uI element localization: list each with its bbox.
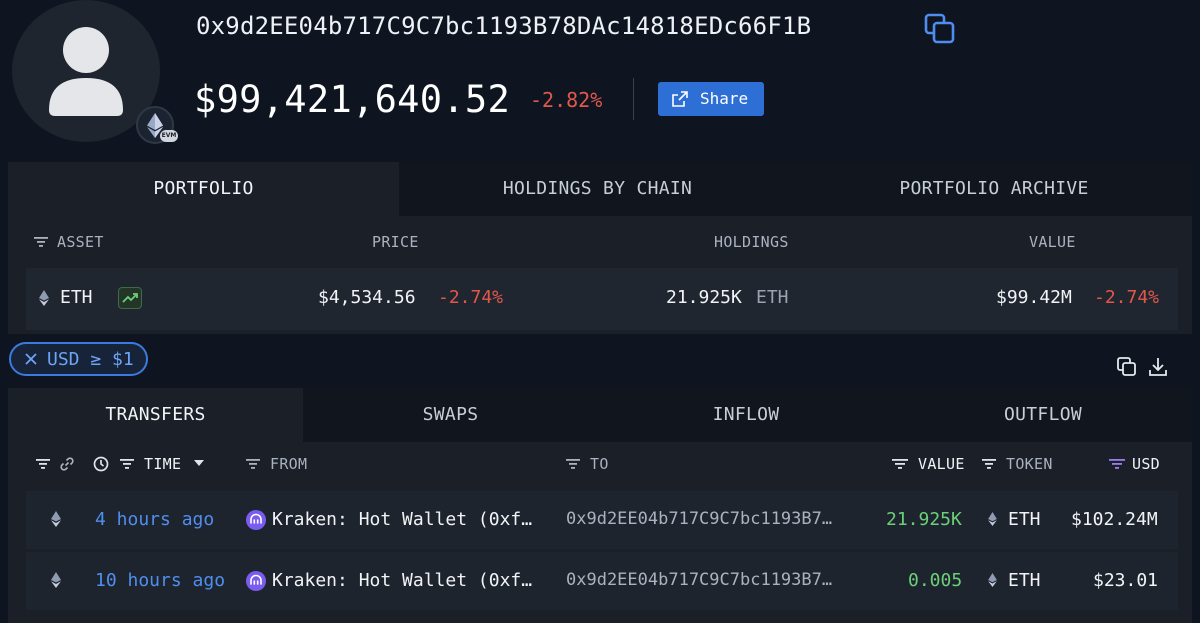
transfer-usd: $23.01 <box>1093 570 1159 591</box>
transfer-value: 21.925K <box>886 509 962 530</box>
transfer-token[interactable]: ETH <box>1008 570 1041 591</box>
header-divider <box>633 78 634 120</box>
asset-holdings-token: ETH <box>756 287 789 308</box>
external-link-icon <box>672 91 688 107</box>
trend-badge <box>118 287 142 309</box>
asset-symbol[interactable]: ETH <box>60 287 93 308</box>
value-filter-icon[interactable] <box>892 459 908 469</box>
profile-header: EVM 0x9d2EE04b717C9C7bc1193B78DAc14818ED… <box>0 0 1200 160</box>
share-label: Share <box>700 89 749 108</box>
transfer-time-link[interactable]: 4 hours ago <box>95 509 214 530</box>
tab-holdings-by-chain[interactable]: HOLDINGS BY CHAIN <box>399 162 796 216</box>
balance-change: -2.82% <box>530 88 603 112</box>
ethereum-icon <box>988 573 997 587</box>
to-filter-icon[interactable] <box>566 459 580 469</box>
transfer-row[interactable]: 10 hours ago Kraken: Hot Wallet (0xf… 0x… <box>26 552 1178 610</box>
from-filter-icon[interactable] <box>246 459 260 469</box>
column-from[interactable]: FROM <box>270 455 307 473</box>
column-holdings[interactable]: HOLDINGS <box>714 233 789 251</box>
link-icon[interactable] <box>59 456 75 472</box>
transfer-from[interactable]: Kraken: Hot Wallet (0xf… <box>272 570 532 591</box>
tab-swaps[interactable]: SWAPS <box>303 388 598 442</box>
column-price[interactable]: PRICE <box>372 233 419 251</box>
column-usd[interactable]: USD <box>1132 455 1160 473</box>
column-asset[interactable]: ASSET <box>57 233 104 251</box>
transfer-token[interactable]: ETH <box>1008 509 1041 530</box>
asset-price: $4,534.56 <box>318 287 416 308</box>
wallet-address: 0x9d2EE04b717C9C7bc1193B78DAc14818EDc66F… <box>196 12 812 40</box>
tab-portfolio[interactable]: PORTFOLIO <box>8 162 399 216</box>
token-filter-icon[interactable] <box>982 459 996 469</box>
asset-row[interactable]: ETH $4,534.56 -2.74% 21.925K ETH $99.42M… <box>26 268 1178 330</box>
column-value[interactable]: VALUE <box>918 455 965 473</box>
kraken-icon <box>246 571 266 591</box>
tab-portfolio-archive[interactable]: PORTFOLIO ARCHIVE <box>796 162 1192 216</box>
transfer-to[interactable]: 0x9d2EE04b717C9C7bc1193B7… <box>566 570 832 590</box>
tab-inflow[interactable]: INFLOW <box>598 388 894 442</box>
ethereum-icon <box>51 511 61 527</box>
asset-filter-icon[interactable] <box>34 237 48 247</box>
asset-value-change: -2.74% <box>1094 287 1160 308</box>
transfer-time-link[interactable]: 10 hours ago <box>95 570 225 591</box>
clock-icon[interactable] <box>93 456 109 472</box>
evm-tag: EVM <box>160 130 178 142</box>
caret-down-icon[interactable] <box>194 460 204 467</box>
transfer-value: 0.005 <box>908 570 963 591</box>
column-value[interactable]: VALUE <box>1029 233 1076 251</box>
time-filter-icon[interactable] <box>120 459 134 469</box>
copy-address-button[interactable] <box>922 12 958 46</box>
avatar: EVM <box>12 0 178 144</box>
trending-up-icon <box>122 293 138 303</box>
transfer-tabs: TRANSFERS SWAPS INFLOW OUTFLOW <box>8 388 1192 442</box>
portfolio-tabs: PORTFOLIO HOLDINGS BY CHAIN PORTFOLIO AR… <box>8 162 1192 216</box>
filter-icon[interactable] <box>36 459 50 469</box>
transfer-to[interactable]: 0x9d2EE04b717C9C7bc1193B7… <box>566 509 832 529</box>
usd-filter-icon[interactable] <box>1109 459 1125 469</box>
portfolio-balance: $99,421,640.52 <box>194 78 511 121</box>
transfer-usd: $102.24M <box>1071 509 1158 530</box>
column-time[interactable]: TIME <box>144 455 181 473</box>
kraken-icon <box>246 510 266 530</box>
copy-icon[interactable] <box>1116 356 1138 378</box>
tab-outflow[interactable]: OUTFLOW <box>894 388 1192 442</box>
ethereum-icon <box>39 290 49 306</box>
column-to[interactable]: TO <box>590 455 609 473</box>
share-button[interactable]: Share <box>658 82 764 116</box>
ethereum-icon <box>988 512 997 526</box>
portfolio-panel: PORTFOLIO HOLDINGS BY CHAIN PORTFOLIO AR… <box>8 162 1192 334</box>
transfer-row[interactable]: 4 hours ago Kraken: Hot Wallet (0xf… 0x9… <box>26 491 1178 549</box>
ethereum-icon <box>51 572 61 588</box>
copy-icon <box>924 13 955 44</box>
close-icon[interactable] <box>25 353 37 365</box>
asset-holdings: 21.925K <box>666 287 742 308</box>
transfer-from[interactable]: Kraken: Hot Wallet (0xf… <box>272 509 532 530</box>
column-token[interactable]: TOKEN <box>1006 455 1053 473</box>
asset-price-change: -2.74% <box>438 287 504 308</box>
tab-transfers[interactable]: TRANSFERS <box>8 388 303 442</box>
usd-filter-chip[interactable]: USD ≥ $1 <box>9 342 148 376</box>
download-icon[interactable] <box>1147 356 1169 378</box>
usd-filter-label: USD ≥ $1 <box>47 349 134 370</box>
asset-value: $99.42M <box>996 287 1072 308</box>
transfers-panel: TRANSFERS SWAPS INFLOW OUTFLOW TIME FROM… <box>8 388 1192 623</box>
